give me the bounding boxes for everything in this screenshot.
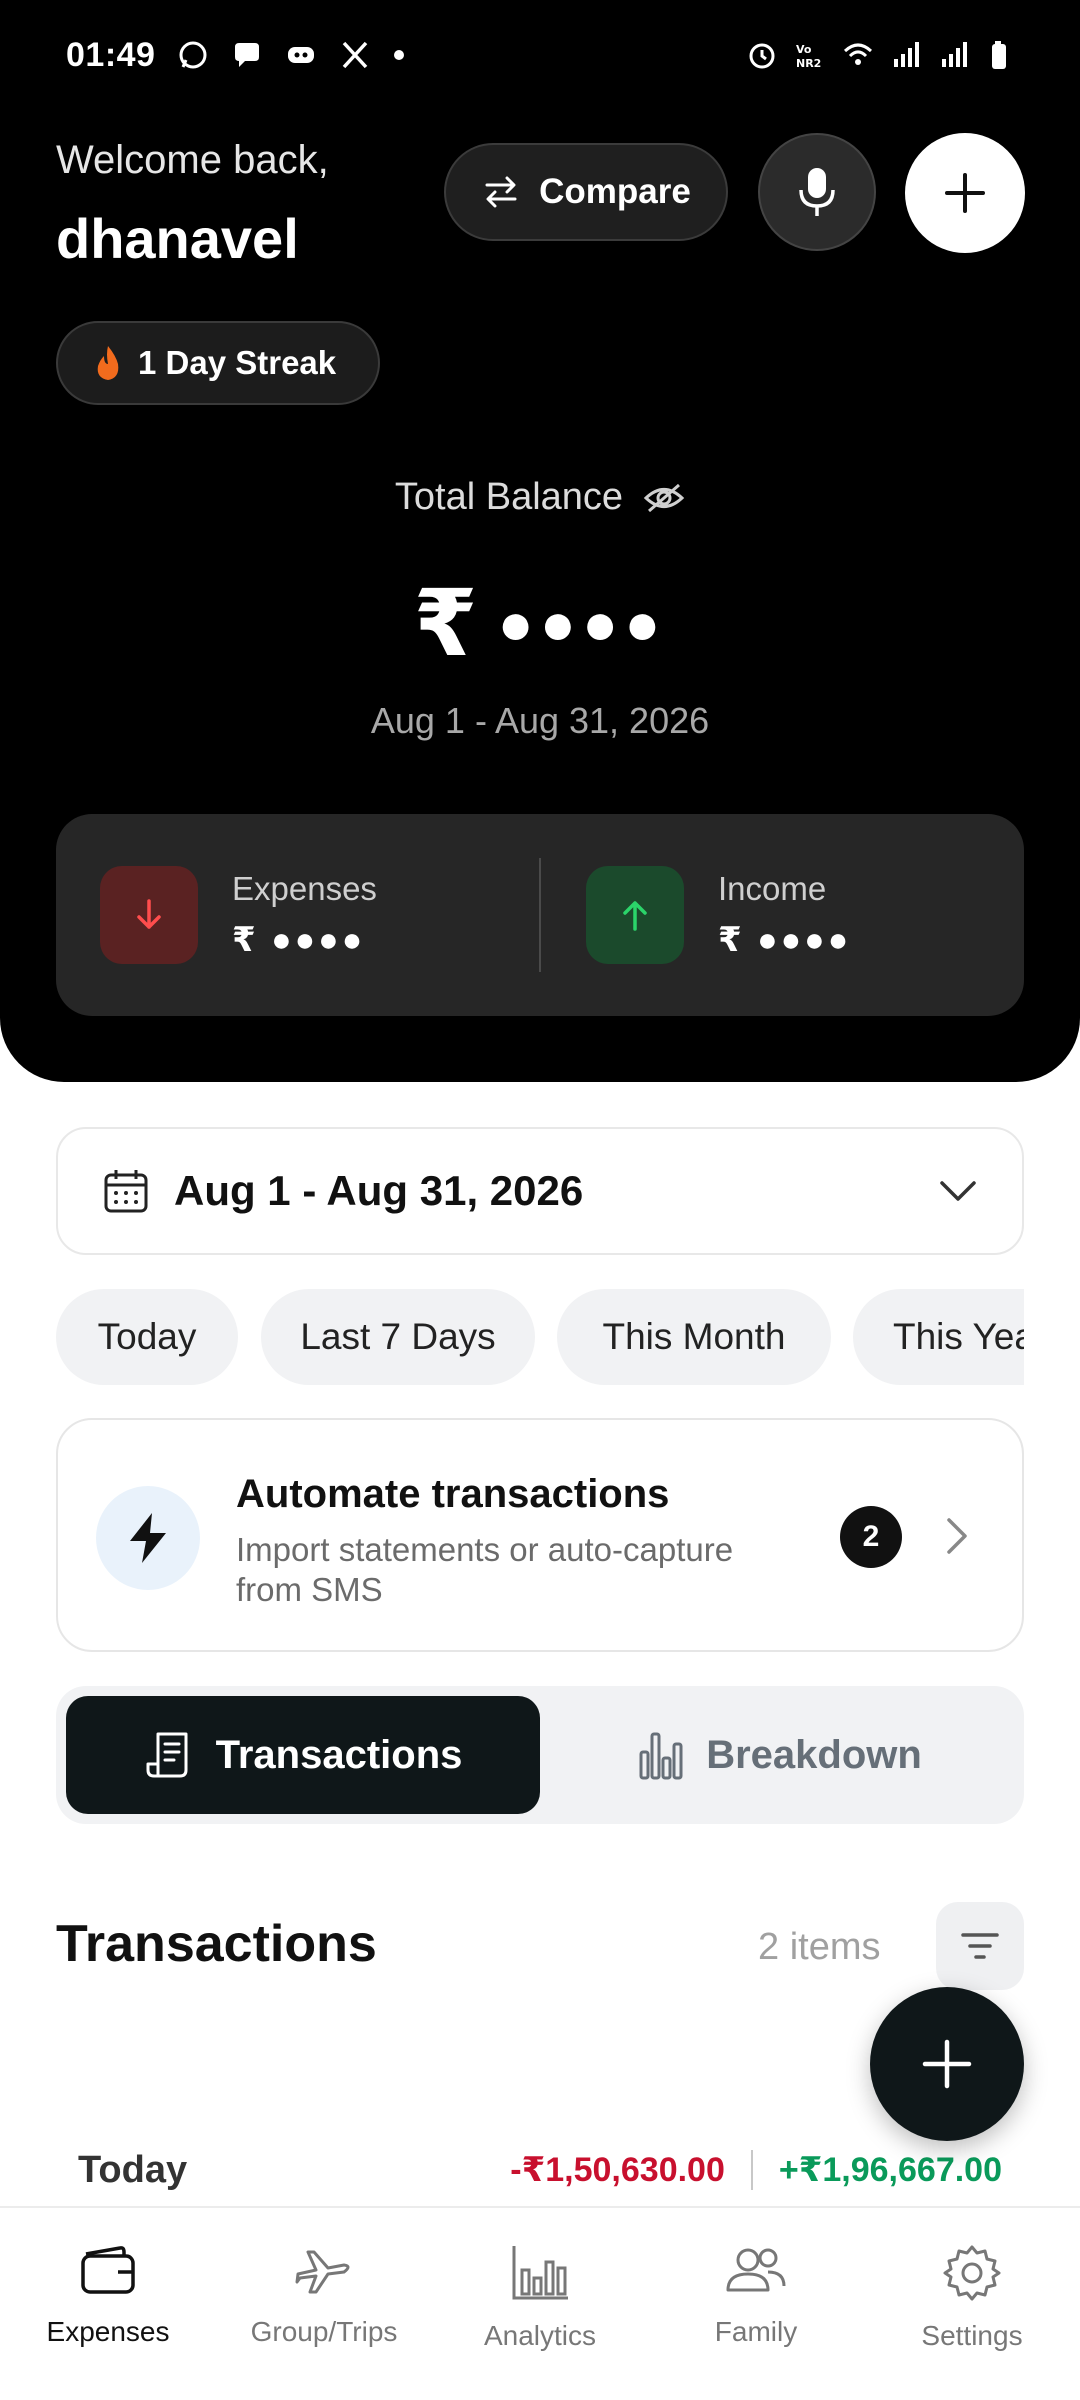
nav-analytics[interactable]: Analytics bbox=[432, 2208, 648, 2400]
status-time: 01:49 bbox=[66, 35, 156, 74]
chat-bubble-icon bbox=[235, 43, 260, 67]
expenses-value: ₹ ●●●● bbox=[232, 921, 366, 959]
receipt-icon bbox=[146, 1732, 188, 1778]
quick-range-chips: Today Last 7 Days This Month This Year bbox=[56, 1289, 1024, 1385]
group-expense-total: -₹1,50,630.00 bbox=[510, 2151, 725, 2189]
plus-icon bbox=[922, 2039, 972, 2089]
total-balance-value: ₹ ●●●● bbox=[0, 570, 1080, 677]
income-summary[interactable]: Income ₹ ●●●● bbox=[586, 814, 851, 1016]
nav-label-expenses: Expenses bbox=[46, 2316, 170, 2347]
discord-icon bbox=[288, 47, 315, 63]
balance-date-range: Aug 1 - Aug 31, 2026 bbox=[370, 700, 710, 741]
volte-icon: VoNR2 bbox=[796, 43, 821, 70]
gear-icon bbox=[943, 2245, 1001, 2301]
chevron-right-icon bbox=[947, 1518, 967, 1554]
streak-label: 1 Day Streak bbox=[138, 344, 337, 381]
arrow-up-icon bbox=[623, 901, 647, 931]
swap-icon bbox=[485, 176, 517, 208]
users-icon bbox=[726, 2248, 786, 2292]
signal-icon bbox=[894, 42, 919, 67]
flame-icon bbox=[97, 346, 119, 380]
automate-transactions-card[interactable]: Automate transactions Import statements … bbox=[56, 1418, 1024, 1652]
nav-family[interactable]: Family bbox=[648, 2208, 864, 2400]
add-button[interactable] bbox=[905, 133, 1025, 253]
automate-title: Automate transactions bbox=[236, 1472, 670, 1516]
plus-icon bbox=[945, 173, 985, 213]
arrow-down-icon bbox=[137, 899, 161, 929]
nav-label-family: Family bbox=[714, 2316, 798, 2347]
total-balance-label-row: Total Balance bbox=[0, 476, 1080, 519]
automate-count-badge: 2 bbox=[840, 1506, 902, 1568]
x-icon bbox=[343, 41, 368, 69]
whatsapp-icon bbox=[179, 41, 207, 69]
tab-transactions-label: Transactions bbox=[215, 1732, 463, 1777]
nav-label-settings: Settings bbox=[921, 2320, 1023, 2351]
tab-transactions[interactable]: Transactions bbox=[66, 1696, 540, 1814]
income-icon-box bbox=[586, 866, 684, 964]
nav-expenses[interactable]: Expenses bbox=[0, 2208, 216, 2400]
microphone-icon bbox=[799, 168, 835, 216]
analytics-chart-icon bbox=[512, 2246, 568, 2300]
masked-balance: ●●●● bbox=[497, 590, 667, 657]
chip-this-month[interactable]: This Month bbox=[557, 1289, 831, 1385]
bar-chart-icon bbox=[639, 1732, 683, 1780]
chevron-down-icon bbox=[940, 1181, 976, 1201]
chip-today[interactable]: Today bbox=[56, 1289, 238, 1385]
group-separator bbox=[750, 2150, 753, 2190]
filter-icon bbox=[961, 1933, 999, 1959]
group-income-total: +₹1,96,667.00 bbox=[778, 2151, 1002, 2189]
svg-text:NR2: NR2 bbox=[796, 57, 821, 70]
income-value: ₹ ●●●● bbox=[718, 921, 852, 959]
battery-icon bbox=[992, 41, 1006, 69]
voice-input-button[interactable] bbox=[758, 133, 876, 251]
summary-card: Expenses ₹ ●●●● Income ₹ ●●●● bbox=[56, 814, 1024, 1016]
compare-label: Compare bbox=[539, 172, 691, 211]
header-panel: 01:49 Vo NR2 Welcome back, dhanavel Compa… bbox=[0, 0, 1080, 1082]
lightning-icon bbox=[130, 1513, 166, 1563]
calendar-icon bbox=[104, 1170, 148, 1213]
add-transaction-fab[interactable] bbox=[870, 1987, 1024, 2141]
welcome-text: Welcome back, bbox=[56, 138, 329, 182]
bottom-navigation: Expenses Group/Trips Analytics Family Se… bbox=[0, 2206, 1080, 2400]
filter-button[interactable] bbox=[936, 1902, 1024, 1990]
view-toggle: Transactions Breakdown bbox=[56, 1686, 1024, 1824]
status-bar: 01:49 Vo NR2 bbox=[0, 0, 1080, 110]
date-range-value: Aug 1 - Aug 31, 2026 bbox=[174, 1167, 584, 1214]
transactions-count: 2 items bbox=[758, 1926, 881, 1968]
dot-icon bbox=[394, 50, 405, 60]
chip-this-year[interactable]: This Year bbox=[853, 1289, 1024, 1385]
username: dhanavel bbox=[56, 207, 299, 270]
date-range-selector[interactable]: Aug 1 - Aug 31, 2026 bbox=[56, 1127, 1024, 1255]
nav-label-analytics: Analytics bbox=[483, 2320, 597, 2351]
svg-text:Vo: Vo bbox=[796, 43, 812, 56]
tab-breakdown[interactable]: Breakdown bbox=[546, 1696, 1014, 1814]
compare-button[interactable]: Compare bbox=[444, 143, 728, 241]
automate-icon-circle bbox=[96, 1486, 200, 1590]
signal-icon-2 bbox=[942, 42, 967, 67]
wallet-icon bbox=[81, 2246, 135, 2294]
tab-breakdown-label: Breakdown bbox=[706, 1732, 922, 1777]
group-label: Today bbox=[78, 2148, 188, 2191]
chip-last-7-days[interactable]: Last 7 Days bbox=[261, 1289, 535, 1385]
expenses-icon-box bbox=[100, 866, 198, 964]
total-balance-label: Total Balance bbox=[394, 476, 624, 518]
summary-divider bbox=[539, 858, 541, 972]
income-label: Income bbox=[718, 870, 827, 907]
streak-badge[interactable]: 1 Day Streak bbox=[56, 321, 380, 405]
airplane-icon bbox=[295, 2250, 350, 2294]
eye-off-icon[interactable] bbox=[643, 481, 685, 515]
nav-label-group-trips: Group/Trips bbox=[250, 2316, 398, 2347]
automate-subtitle: Import statements or auto-capture from S… bbox=[236, 1531, 734, 1608]
alarm-icon bbox=[749, 43, 775, 69]
transactions-heading: Transactions bbox=[56, 1915, 377, 1973]
expenses-label: Expenses bbox=[232, 870, 377, 907]
rupee-symbol: ₹ bbox=[413, 573, 478, 675]
nav-group-trips[interactable]: Group/Trips bbox=[216, 2208, 432, 2400]
nav-settings[interactable]: Settings bbox=[864, 2208, 1080, 2400]
expenses-summary[interactable]: Expenses ₹ ●●●● bbox=[100, 814, 377, 1016]
transaction-group-today: Today -₹1,50,630.00 +₹1,96,667.00 bbox=[78, 2140, 1002, 2200]
wifi-icon bbox=[843, 43, 873, 65]
